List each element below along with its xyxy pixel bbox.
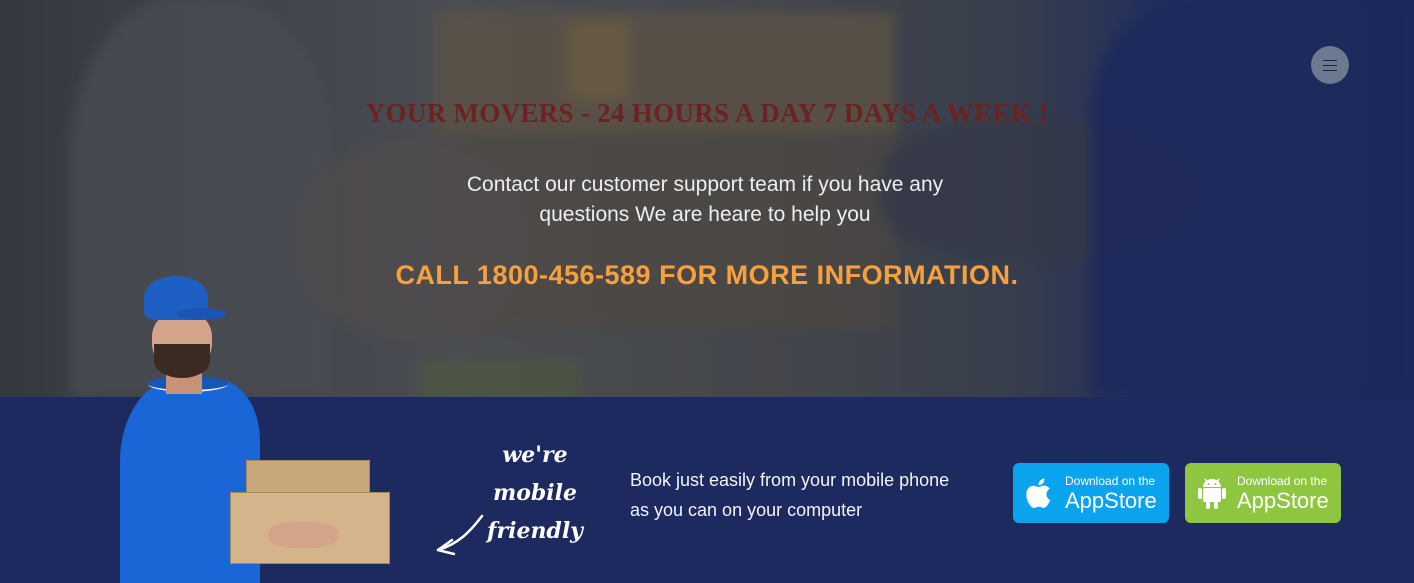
mover-hand [268,522,338,548]
hamburger-menu-icon [1323,59,1337,71]
delivery-man-image [118,272,398,583]
menu-button[interactable] [1311,46,1349,84]
mover-beard [154,344,210,378]
apple-app-store-button[interactable]: Download on the AppStore [1013,463,1169,523]
apple-icon [1026,478,1051,509]
store-button-big-label: AppStore [1065,487,1157,513]
android-store-button[interactable]: Download on the AppStore [1185,463,1341,523]
tagline-line: we're [502,442,568,468]
mover-cap-brim [176,308,226,320]
mobile-booking-description: Book just easily from your mobile phone … [630,470,950,520]
store-button-big-label: AppStore [1237,487,1329,513]
hero-subtext: Contact our customer support team if you… [466,173,944,226]
android-icon [1198,478,1226,509]
hero-headline: YOUR MOVERS - 24 HOURS A DAY 7 DAYS A WE… [365,98,1049,128]
store-button-small-label: Download on the [1065,473,1156,488]
tagline-line: mobile [492,480,578,506]
store-button-small-label: Download on the [1237,473,1328,488]
curved-arrow-icon [436,514,484,556]
